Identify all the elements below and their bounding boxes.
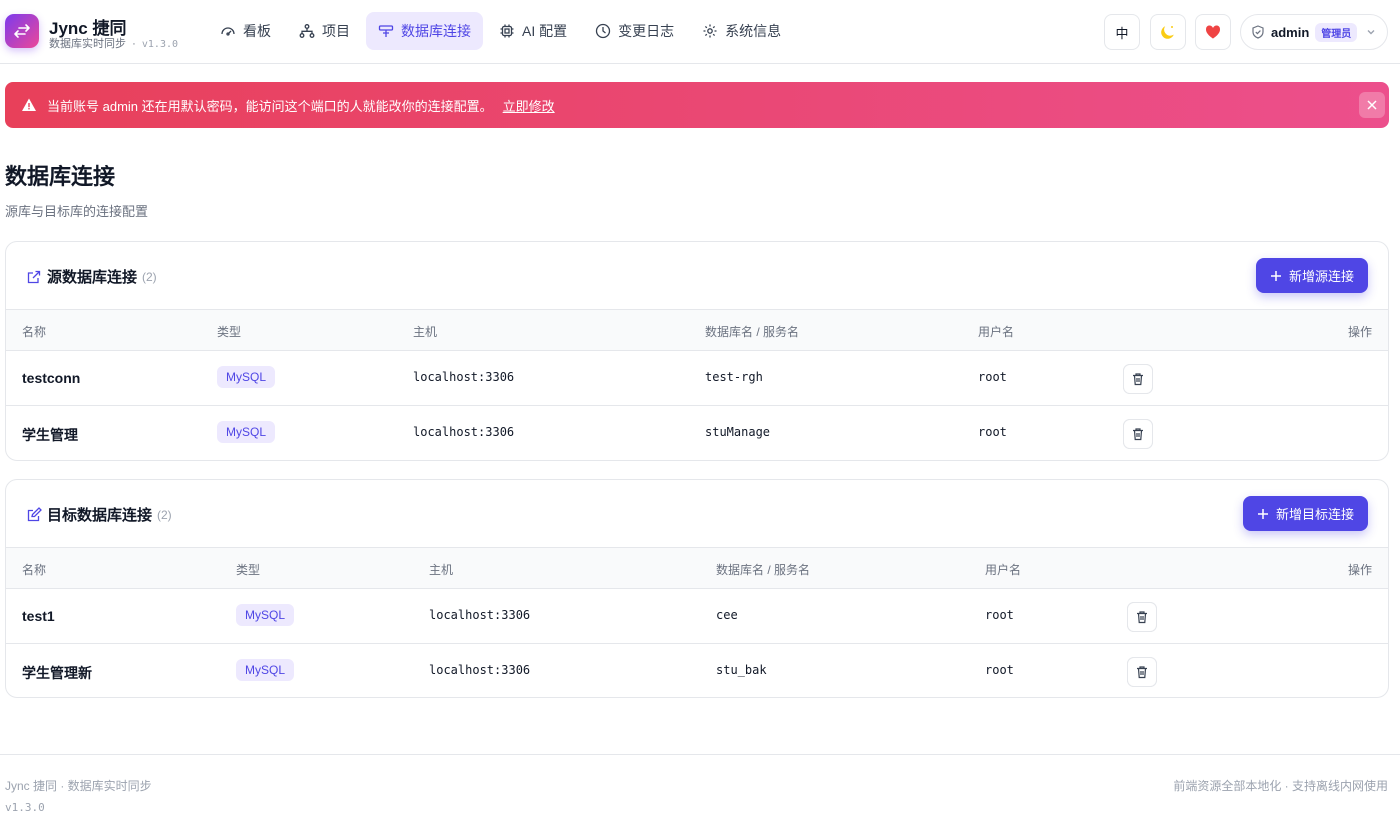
user-name: admin xyxy=(1271,24,1310,40)
sitemap-icon xyxy=(299,24,315,38)
table-row: 学生管理新 MySQL localhost:3306 stu_bak root xyxy=(6,644,1388,697)
sponsor-button[interactable] xyxy=(1195,14,1231,50)
footer-note: 前端资源全部本地化 · 支持离线内网使用 xyxy=(1173,779,1388,793)
language-toggle[interactable]: 中 xyxy=(1104,14,1140,50)
change-password-link[interactable]: 立即修改 xyxy=(503,96,555,115)
nav-projects[interactable]: 项目 xyxy=(287,12,362,50)
source-connections-panel: 源数据库连接 (2) 新增源连接 名称 类型 主机 数据库名 / 服务名 用户名… xyxy=(5,241,1389,461)
footer-text: Jync 捷同 · 数据库实时同步 xyxy=(5,779,152,793)
top-bar: Jync 捷同 数据库实时同步 · v1.3.0 看板 项目 数据库连接 AI … xyxy=(0,0,1400,64)
nav-change-log[interactable]: 变更日志 xyxy=(583,12,686,50)
brand-subtitle: 数据库实时同步 · v1.3.0 xyxy=(49,38,179,50)
chip-icon xyxy=(500,24,514,38)
delete-button[interactable] xyxy=(1123,364,1153,394)
delete-button[interactable] xyxy=(1127,657,1157,687)
chevron-down-icon xyxy=(1367,30,1375,35)
plug-icon xyxy=(378,25,394,37)
dashboard-icon xyxy=(221,27,235,36)
trash-icon xyxy=(1133,428,1143,441)
trash-icon xyxy=(1133,373,1143,386)
app-logo[interactable] xyxy=(5,14,39,48)
table-row: testconn MySQL localhost:3306 test-rgh r… xyxy=(6,351,1388,406)
edit-square-icon xyxy=(27,506,42,521)
trash-icon xyxy=(1137,611,1147,624)
main-nav: 看板 项目 数据库连接 AI 配置 变更日志 系统信息 xyxy=(208,12,793,50)
trash-icon xyxy=(1137,666,1147,679)
table-row: test1 MySQL localhost:3306 cee root xyxy=(6,589,1388,644)
warning-icon xyxy=(22,98,36,111)
target-connections-panel: 目标数据库连接 (2) 新增目标连接 名称 类型 主机 数据库名 / 服务名 用… xyxy=(5,479,1389,698)
gear-icon xyxy=(703,24,717,38)
type-badge: MySQL xyxy=(236,659,295,681)
nav-db-connections[interactable]: 数据库连接 xyxy=(366,12,483,50)
swap-icon xyxy=(14,24,30,38)
table-header: 名称 类型 主机 数据库名 / 服务名 用户名 操作 xyxy=(6,309,1388,351)
page-title: 数据库连接 xyxy=(5,164,116,189)
close-icon xyxy=(1367,100,1377,110)
type-badge: MySQL xyxy=(217,421,276,443)
user-menu[interactable]: admin 管理员 xyxy=(1240,14,1388,50)
footer-version: v1.3.0 xyxy=(5,801,45,814)
moon-icon xyxy=(1161,26,1174,39)
plus-icon xyxy=(1257,508,1268,519)
footer-divider xyxy=(0,754,1400,755)
delete-button[interactable] xyxy=(1123,419,1153,449)
external-link-icon xyxy=(27,270,41,283)
nav-ai-config[interactable]: AI 配置 xyxy=(487,12,579,50)
table-row: 学生管理 MySQL localhost:3306 stuManage root xyxy=(6,406,1388,460)
shield-icon xyxy=(1252,25,1264,39)
add-target-button[interactable]: 新增目标连接 xyxy=(1242,496,1368,531)
source-panel-title: 源数据库连接 (2) xyxy=(26,266,157,287)
nav-system-info[interactable]: 系统信息 xyxy=(690,12,793,50)
page-subtitle: 源库与目标库的连接配置 xyxy=(5,204,149,219)
nav-dashboard[interactable]: 看板 xyxy=(208,12,283,50)
plus-icon xyxy=(1270,270,1281,281)
table-header: 名称 类型 主机 数据库名 / 服务名 用户名 操作 xyxy=(6,547,1388,589)
clock-icon xyxy=(595,23,611,39)
theme-toggle[interactable] xyxy=(1150,14,1186,50)
heart-icon xyxy=(1205,25,1221,39)
add-source-button[interactable]: 新增源连接 xyxy=(1255,258,1368,293)
type-badge: MySQL xyxy=(236,604,295,626)
target-panel-title: 目标数据库连接 (2) xyxy=(26,504,172,525)
alert-close-button[interactable] xyxy=(1359,92,1385,118)
default-password-alert: 当前账号 admin 还在用默认密码，能访问这个端口的人就能改你的连接配置。 立… xyxy=(5,82,1389,128)
alert-message: 当前账号 admin 还在用默认密码，能访问这个端口的人就能改你的连接配置。 xyxy=(47,98,493,114)
type-badge: MySQL xyxy=(217,366,276,388)
delete-button[interactable] xyxy=(1127,602,1157,632)
role-badge: 管理员 xyxy=(1315,22,1358,42)
